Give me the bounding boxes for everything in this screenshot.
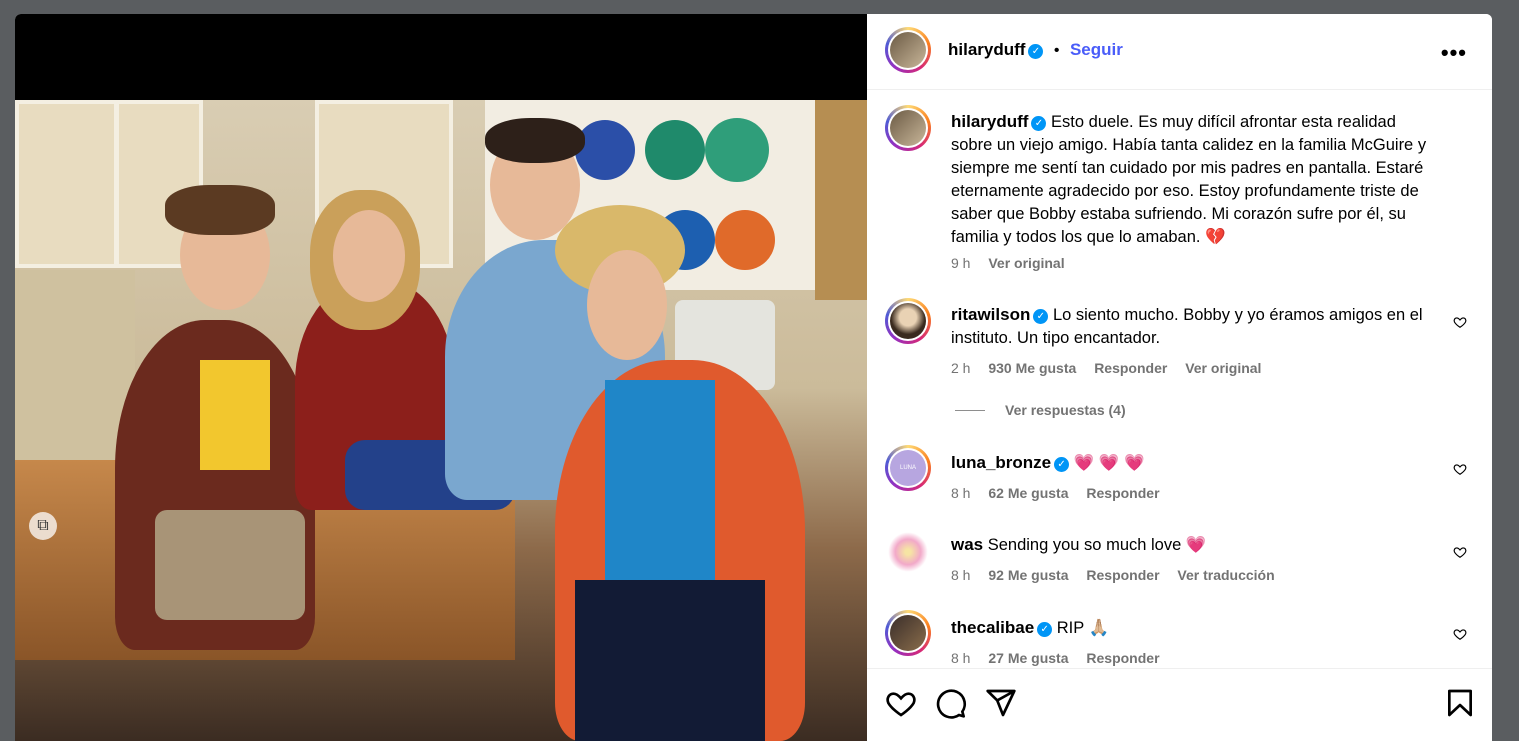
verified-badge-icon: ✓ [1028, 44, 1044, 59]
comment-avatar[interactable] [885, 298, 931, 344]
comment-time[interactable]: 8 h [951, 485, 970, 501]
comment-meta: 8 h 27 Me gusta Responder [951, 650, 1174, 666]
reply-button[interactable]: Responder [1094, 360, 1167, 376]
boy-shirt [200, 360, 270, 470]
follow-button[interactable]: Seguir [1070, 40, 1123, 59]
comment-likes[interactable]: 27 Me gusta [988, 650, 1068, 666]
boy-shorts [155, 510, 305, 620]
caption-avatar[interactable] [885, 105, 931, 151]
see-original-link[interactable]: Ver original [1185, 360, 1261, 376]
caption: hilaryduff ✓ Esto duele. Es muy difícil a… [951, 110, 1441, 249]
share-send-icon[interactable] [985, 687, 1017, 719]
caption-username[interactable]: hilaryduff [951, 112, 1028, 131]
like-comment-heart-icon[interactable] [1453, 462, 1467, 476]
more-options-icon[interactable]: ••• [1441, 40, 1467, 66]
reply-button[interactable]: Responder [1086, 567, 1159, 583]
comment-time[interactable]: 8 h [951, 650, 970, 666]
comment-username[interactable]: ritawilson [951, 305, 1030, 324]
plate [705, 118, 769, 182]
post-media[interactable]: ⧉ [15, 14, 867, 741]
like-heart-icon[interactable] [885, 687, 917, 719]
caption-text: Esto duele. Es muy difícil afrontar esta… [951, 113, 1427, 246]
comment-bubble-icon[interactable] [935, 687, 967, 719]
comment-meta: 8 h 62 Me gusta Responder [951, 485, 1174, 501]
comment: was Sending you so much love 💗 [951, 533, 1441, 557]
comment: ritawilson ✓ Lo siento mucho. Bobby y yo … [951, 303, 1441, 350]
comment-avatar[interactable] [888, 532, 928, 572]
post-header: hilaryduff ✓ • Seguir ••• [867, 14, 1492, 90]
reply-button[interactable]: Responder [1086, 485, 1159, 501]
comment-avatar[interactable] [885, 610, 931, 656]
post-sidebar: hilaryduff ✓ • Seguir ••• hilaryduff ✓ Est… [867, 14, 1492, 741]
caption-meta: 9 h Ver original [951, 255, 1079, 271]
woman-top [605, 380, 715, 580]
view-replies-label: Ver respuestas (4) [1005, 402, 1126, 418]
comment-likes[interactable]: 92 Me gusta [988, 567, 1068, 583]
author-avatar[interactable] [885, 27, 931, 73]
separator: • [1053, 42, 1060, 59]
wood-panel [815, 100, 867, 300]
carousel-indicator-icon[interactable]: ⧉ [29, 512, 57, 540]
save-bookmark-icon[interactable] [1444, 687, 1476, 719]
man-hair [485, 118, 585, 163]
girl-head [333, 210, 405, 302]
like-comment-heart-icon[interactable] [1453, 545, 1467, 559]
verified-badge-icon: ✓ [1033, 309, 1049, 324]
see-translation-link[interactable]: Ver traducción [1177, 567, 1274, 583]
post-modal: ⧉ hilaryduff ✓ • Seguir ••• hilaryduff ✓ E… [15, 14, 1492, 741]
verified-badge-icon: ✓ [1037, 622, 1053, 637]
verified-badge-icon: ✓ [1031, 116, 1047, 131]
plate [715, 210, 775, 270]
comment-time[interactable]: 2 h [951, 360, 970, 376]
comment-likes[interactable]: 930 Me gusta [988, 360, 1076, 376]
replies-divider [955, 410, 985, 411]
caption-time[interactable]: 9 h [951, 255, 970, 271]
comment-text: 💗 💗 💗 [1073, 454, 1145, 472]
comment-text: Sending you so much love 💗 [987, 536, 1207, 554]
comment: luna_bronze ✓ 💗 💗 💗 [951, 451, 1441, 475]
comment-meta: 8 h 92 Me gusta Responder Ver traducción [951, 567, 1289, 583]
comment-avatar[interactable]: LUNA BRONZE [885, 445, 931, 507]
comment-text: RIP 🙏🏼 [1056, 619, 1110, 637]
see-original-link[interactable]: Ver original [988, 255, 1064, 271]
plate [645, 120, 705, 180]
comment: thecalibae ✓ RIP 🙏🏼 [951, 616, 1441, 640]
plate [575, 120, 635, 180]
author-username[interactable]: hilaryduff [948, 40, 1025, 59]
boy-hair [165, 185, 275, 235]
view-replies-button[interactable]: Ver respuestas (4) [955, 402, 1126, 418]
action-bar [867, 668, 1492, 741]
cabinet [15, 100, 118, 268]
luna-avatar-text: LUNA BRONZE [890, 450, 926, 507]
like-comment-heart-icon[interactable] [1453, 315, 1467, 329]
comment-likes[interactable]: 62 Me gusta [988, 485, 1068, 501]
like-comment-heart-icon[interactable] [1453, 627, 1467, 641]
header-user: hilaryduff ✓ • Seguir [948, 40, 1123, 60]
reply-button[interactable]: Responder [1086, 650, 1159, 666]
comment-meta: 2 h 930 Me gusta Responder Ver original [951, 360, 1275, 376]
woman-skirt [575, 580, 765, 741]
comment-time[interactable]: 8 h [951, 567, 970, 583]
comment-username[interactable]: thecalibae [951, 618, 1034, 637]
woman-head [587, 250, 667, 360]
post-photo: ⧉ [15, 100, 867, 741]
verified-badge-icon: ✓ [1054, 457, 1070, 472]
comment-username[interactable]: luna_bronze [951, 453, 1051, 472]
comment-username[interactable]: was [951, 535, 983, 554]
